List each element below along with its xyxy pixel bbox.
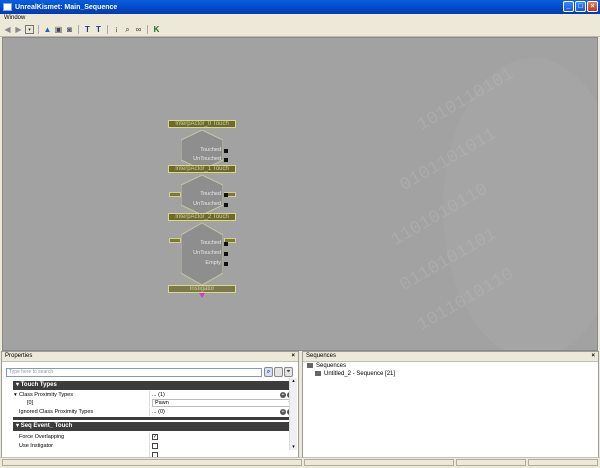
link-icon[interactable]: ∞ xyxy=(134,25,143,34)
output-pin[interactable] xyxy=(224,158,228,162)
watermark-background: 1010110101 0101101011 1101010110 0110101… xyxy=(388,58,597,350)
toolbar: ◀ ▶ ▾ ▲ ▣ ◙ T T ¡ ⌕ ∞ K xyxy=(0,23,600,37)
status-bar xyxy=(0,457,600,468)
close-icon[interactable]: × xyxy=(291,352,295,361)
output-label: Touched xyxy=(200,191,221,197)
status-pane xyxy=(2,459,302,466)
property-key: Use Instigator xyxy=(19,443,53,449)
menu-window[interactable]: Window xyxy=(4,15,25,21)
property-row[interactable]: Use Instigator xyxy=(13,442,293,450)
T-plus-icon[interactable]: T xyxy=(94,25,103,34)
app-icon xyxy=(3,3,12,11)
status-pane xyxy=(528,459,598,466)
expand-arrow-icon[interactable]: ▾ xyxy=(14,391,17,399)
properties-panel: Properties × Type here to search ⌕ ⌖ ▾ T… xyxy=(1,351,299,459)
output-pin[interactable] xyxy=(224,252,228,256)
properties-title: Properties xyxy=(5,353,33,359)
sequences-panel: Sequences × Sequences Untitled_2 - Seque… xyxy=(302,351,599,459)
category-divider xyxy=(13,417,293,420)
output-label: UnTouched xyxy=(193,250,221,256)
instigator-variable-bar[interactable]: Instigator xyxy=(168,285,236,293)
screenshot-icon[interactable]: ◙ xyxy=(65,25,74,34)
search-icon[interactable]: ⌕ xyxy=(123,25,132,34)
output-label: Empty xyxy=(205,260,221,266)
window-title: UnrealKismet: Main_Sequence xyxy=(15,3,118,11)
toolbar-separator xyxy=(147,25,148,34)
close-icon[interactable]: × xyxy=(591,352,595,361)
title-bar: UnrealKismet: Main_Sequence _ □ × xyxy=(0,0,600,14)
tree-item-label: Sequences xyxy=(316,363,347,370)
status-pane xyxy=(304,459,454,466)
input-stub[interactable] xyxy=(169,192,181,197)
output-label: UnTouched xyxy=(193,156,221,162)
node-title[interactable]: InterpActor_2 Touch xyxy=(168,213,236,221)
filter-icon[interactable]: ⌖ xyxy=(284,367,293,377)
insert-icon[interactable]: + xyxy=(280,392,286,398)
tree-item-label: Untitled_2 - Sequence [21] xyxy=(324,371,396,378)
property-key: Force Overlapping xyxy=(19,434,65,440)
node-title[interactable]: InterpActor_1 Touch xyxy=(168,165,236,173)
property-row[interactable]: Ignored Class Proximity Types ... (0) +× xyxy=(13,408,293,416)
back-arrow-icon[interactable]: ◀ xyxy=(3,25,12,34)
scroll-up-icon[interactable]: ▴ xyxy=(290,378,297,384)
dropdown-icon[interactable]: ▾ xyxy=(25,25,34,34)
property-key: Ignored Class Proximity Types xyxy=(19,409,94,415)
bottom-panels: Properties × Type here to search ⌕ ⌖ ▾ T… xyxy=(0,351,600,467)
toolbar-separator xyxy=(107,25,108,34)
property-row[interactable]: Force Overlapping ✓ xyxy=(13,433,293,441)
output-pin[interactable] xyxy=(224,262,228,266)
class-select[interactable]: Pawn ▾ xyxy=(152,399,293,407)
toolbar-separator xyxy=(78,25,79,34)
sequences-title: Sequences xyxy=(306,353,337,359)
up-arrow-icon[interactable]: ▲ xyxy=(43,25,52,34)
sequence-icon xyxy=(315,371,321,376)
open-parent-icon[interactable]: ▣ xyxy=(54,25,63,34)
clear-search-icon[interactable] xyxy=(274,367,283,377)
tree-item[interactable]: Sequences xyxy=(307,363,346,370)
use-instigator-checkbox[interactable] xyxy=(152,443,158,449)
output-label: Touched xyxy=(200,147,221,153)
T-icon[interactable]: T xyxy=(83,25,92,34)
K-icon[interactable]: K xyxy=(152,25,161,34)
output-pin[interactable] xyxy=(224,149,228,153)
insert-icon[interactable]: + xyxy=(280,409,286,415)
properties-header: Properties × xyxy=(2,352,298,362)
sequence-folder-icon xyxy=(307,363,313,368)
output-label: Touched xyxy=(200,240,221,246)
property-row[interactable]: [0] Pawn ▾ xyxy=(13,399,293,407)
output-pin[interactable] xyxy=(224,242,228,246)
kismet-graph-canvas[interactable]: 1010110101 0101101011 1101010110 0110101… xyxy=(2,37,598,351)
sequences-header: Sequences × xyxy=(303,352,598,362)
maximize-button[interactable]: □ xyxy=(575,1,586,12)
status-pane xyxy=(456,459,526,466)
toolbar-separator xyxy=(38,25,39,34)
search-icon[interactable]: ⌕ xyxy=(264,367,273,377)
properties-scrollbar[interactable]: ▴ ▾ xyxy=(289,378,297,450)
minimize-button[interactable]: _ xyxy=(563,1,574,12)
category-header[interactable]: ▾ Seq Event_ Touch xyxy=(13,422,293,431)
menu-bar: Window xyxy=(0,14,600,23)
property-value: ... (1) xyxy=(152,392,165,398)
output-pin[interactable] xyxy=(224,193,228,197)
property-value: ... (0) xyxy=(152,409,165,415)
variable-link-connector[interactable] xyxy=(199,293,205,298)
select-value: Pawn xyxy=(155,400,169,406)
search-input[interactable]: Type here to search xyxy=(6,368,262,377)
output-pin[interactable] xyxy=(224,203,228,207)
output-label: UnTouched xyxy=(193,201,221,207)
info-icon[interactable]: ¡ xyxy=(112,25,121,34)
close-button[interactable]: × xyxy=(587,1,598,12)
category-header[interactable]: ▾ Touch Types xyxy=(13,381,293,390)
property-key: [0] xyxy=(27,400,34,406)
category-label: Seq Event_ Touch xyxy=(20,423,73,429)
scroll-down-icon[interactable]: ▾ xyxy=(290,444,297,450)
node-title[interactable]: InterpActor_0 Touch xyxy=(168,120,236,128)
force-overlapping-checkbox[interactable]: ✓ xyxy=(152,434,158,440)
property-row[interactable]: ▾ Class Proximity Types ... (1) +× xyxy=(13,391,293,399)
input-stub[interactable] xyxy=(169,238,181,243)
tree-item[interactable]: Untitled_2 - Sequence [21] xyxy=(315,371,395,378)
property-key: Class Proximity Types xyxy=(19,392,73,398)
category-label: Touch Types xyxy=(20,382,57,388)
forward-arrow-icon[interactable]: ▶ xyxy=(14,25,23,34)
